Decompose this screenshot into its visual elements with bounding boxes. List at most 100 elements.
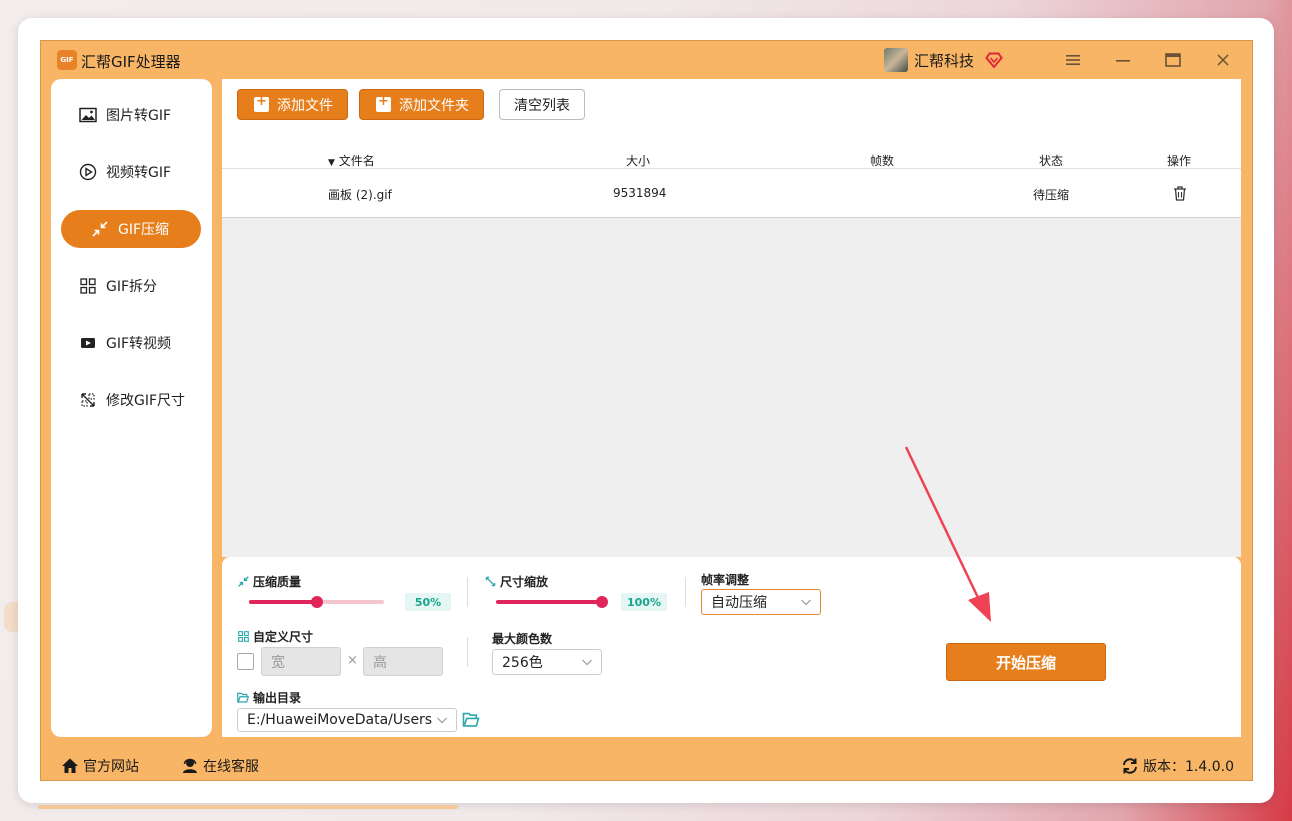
compress-small-icon	[237, 576, 249, 588]
add-folder-icon	[376, 94, 391, 112]
sidebar-item-label: GIF拆分	[106, 279, 158, 295]
scale-slider[interactable]	[496, 596, 608, 608]
official-website-link[interactable]: 官方网站	[61, 756, 139, 776]
table-header: ▼ 文件名 大小 帧数 状态 操作	[222, 131, 1241, 169]
compress-icon	[91, 220, 109, 238]
max-colors-label: 最大颜色数	[492, 632, 553, 646]
avatar[interactable]	[884, 48, 908, 72]
framerate-select[interactable]: 自动压缩	[701, 589, 821, 615]
quality-label: 压缩质量	[237, 573, 301, 590]
divider	[467, 637, 468, 667]
online-support-label: 在线客服	[203, 759, 259, 775]
close-icon[interactable]	[1212, 49, 1234, 71]
framerate-label: 帧率调整	[701, 573, 750, 587]
version-info: 版本：1.4.0.0	[1121, 756, 1234, 776]
divider	[685, 577, 686, 607]
max-colors-select-value: 256色	[502, 655, 543, 671]
add-folder-label: 添加文件夹	[399, 97, 469, 114]
main-content: 添加文件 添加文件夹 清空列表 ▼ 文件名 大小 帧数 状态 操作 画板 (2)…	[222, 79, 1241, 737]
add-file-button[interactable]: 添加文件	[237, 89, 348, 120]
resize-icon	[79, 391, 97, 409]
start-compress-button[interactable]: 开始压缩	[946, 643, 1106, 681]
sidebar-item-gif-split[interactable]: GIF拆分	[61, 267, 201, 305]
scale-value: 100%	[621, 593, 667, 611]
framerate-select-value: 自动压缩	[711, 595, 767, 611]
app-logo-icon: GIF	[57, 50, 77, 70]
output-path-value: E:/HuaweiMoveData/Users	[247, 712, 433, 728]
folder-small-icon	[237, 692, 249, 704]
user-name[interactable]: 汇帮科技	[914, 50, 974, 71]
sidebar-item-label: 图片转GIF	[106, 108, 172, 124]
grid-small-icon	[237, 631, 249, 643]
app-title: 汇帮GIF处理器	[81, 53, 181, 71]
delete-icon[interactable]	[1173, 186, 1187, 201]
sort-down-icon: ▼	[328, 158, 335, 168]
chevron-down-icon	[582, 659, 592, 666]
column-actions: 操作	[1167, 154, 1192, 168]
menu-icon[interactable]	[1062, 49, 1084, 71]
chevron-down-icon	[437, 717, 447, 724]
output-path-select[interactable]: E:/HuaweiMoveData/Users	[237, 708, 457, 732]
output-label: 输出目录	[237, 689, 301, 706]
settings-panel: 压缩质量 50% 尺寸缩放 100% 帧率调整 自动压缩 自定义尺寸 宽 × 高…	[222, 557, 1241, 737]
column-size[interactable]: 大小	[626, 152, 650, 169]
column-frames[interactable]: 帧数	[870, 152, 894, 169]
quality-label-text: 压缩质量	[253, 575, 302, 589]
version-label: 版本：1.4.0.0	[1143, 759, 1234, 775]
sidebar-item-image-to-gif[interactable]: 图片转GIF	[61, 96, 201, 134]
play-circle-icon	[79, 163, 97, 181]
support-agent-icon	[181, 757, 199, 775]
sidebar-item-label: GIF压缩	[118, 222, 170, 238]
minimize-icon[interactable]	[1112, 49, 1134, 71]
add-file-label: 添加文件	[277, 97, 333, 114]
custom-size-checkbox[interactable]	[237, 653, 254, 670]
column-filename[interactable]: ▼ 文件名	[328, 152, 375, 169]
refresh-icon[interactable]	[1121, 757, 1139, 775]
quality-value: 50%	[405, 593, 451, 611]
column-status[interactable]: 状态	[1039, 152, 1063, 169]
folder-open-icon[interactable]	[462, 712, 480, 727]
column-filename-label: 文件名	[338, 154, 375, 168]
footer: 官方网站 在线客服 版本：1.4.0.0	[41, 747, 1252, 781]
official-website-label: 官方网站	[83, 759, 139, 775]
chevron-down-icon	[801, 599, 811, 606]
add-folder-button[interactable]: 添加文件夹	[359, 89, 484, 120]
scale-label-text: 尺寸缩放	[500, 575, 549, 589]
divider	[467, 577, 468, 607]
split-icon	[79, 277, 97, 295]
sidebar-item-gif-to-video[interactable]: GIF转视频	[61, 324, 201, 362]
clear-list-button[interactable]: 清空列表	[499, 89, 585, 120]
scale-slider-fill	[496, 600, 602, 604]
custom-size-label-text: 自定义尺寸	[253, 630, 314, 644]
table-row[interactable]: 画板 (2).gif 9531894 待压缩	[222, 169, 1241, 218]
toolbar: 添加文件 添加文件夹 清空列表	[222, 79, 1241, 131]
add-file-icon	[254, 94, 269, 112]
progress-strip	[38, 805, 458, 809]
file-table: ▼ 文件名 大小 帧数 状态 操作 画板 (2).gif 9531894 待压缩	[222, 131, 1241, 557]
max-colors-select[interactable]: 256色	[492, 649, 602, 675]
quality-slider-thumb[interactable]	[310, 596, 323, 608]
title-bar: GIF 汇帮GIF处理器 汇帮科技	[41, 41, 1252, 79]
width-input[interactable]: 宽	[261, 647, 341, 676]
times-sign: ×	[347, 653, 358, 668]
online-support-link[interactable]: 在线客服	[181, 756, 259, 776]
cell-filename: 画板 (2).gif	[328, 188, 392, 202]
sidebar-item-gif-compress[interactable]: GIF压缩	[61, 210, 201, 248]
quality-slider-fill	[249, 600, 317, 604]
custom-size-label: 自定义尺寸	[237, 628, 313, 645]
vip-diamond-icon[interactable]	[985, 51, 1003, 69]
height-input[interactable]: 高	[363, 647, 443, 676]
video-icon	[79, 334, 97, 352]
maximize-icon[interactable]	[1162, 49, 1184, 71]
scale-label: 尺寸缩放	[484, 573, 548, 590]
sidebar-item-label: 视频转GIF	[106, 165, 172, 181]
image-icon	[79, 106, 97, 124]
scale-slider-thumb[interactable]	[596, 596, 608, 608]
sidebar-item-label: 修改GIF尺寸	[106, 393, 186, 409]
sidebar-item-video-to-gif[interactable]: 视频转GIF	[61, 153, 201, 191]
sidebar: 图片转GIF 视频转GIF GIF压缩 GIF拆分 GIF转视频 修改GIF尺寸	[51, 79, 212, 737]
cell-size: 9531894	[613, 186, 667, 200]
sidebar-item-resize-gif[interactable]: 修改GIF尺寸	[61, 381, 201, 419]
app-window: GIF 汇帮GIF处理器 汇帮科技 图片转GIF 视频转GIF GIF压缩 GI…	[40, 40, 1253, 781]
quality-slider[interactable]	[249, 596, 384, 608]
